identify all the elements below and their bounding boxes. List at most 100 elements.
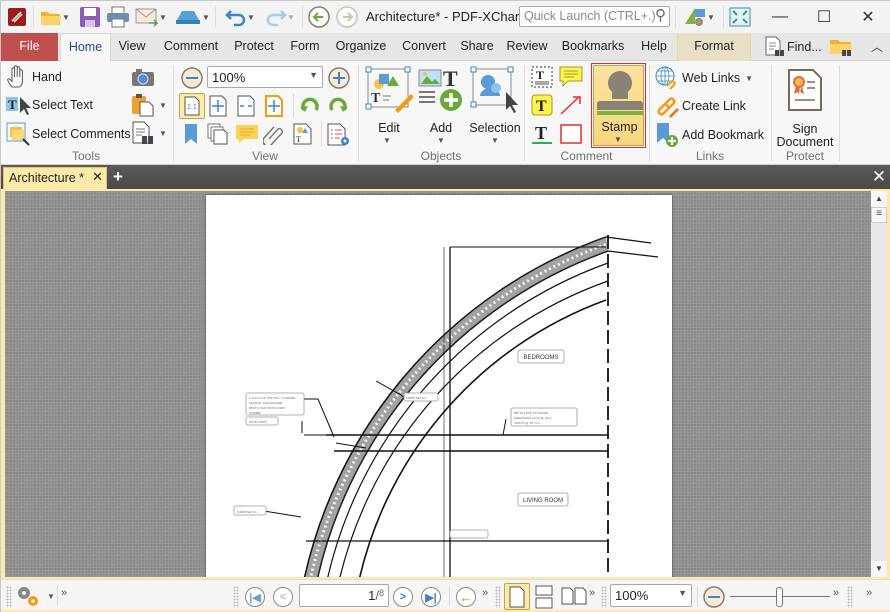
fullscreen-icon[interactable] xyxy=(728,5,752,29)
tab-share[interactable]: Share xyxy=(456,33,498,61)
continuous-view-button[interactable] xyxy=(535,585,553,612)
collapse-ribbon-icon[interactable]: ︿ xyxy=(871,38,883,55)
vertical-scrollbar[interactable]: ▲ ≡ ▼ xyxy=(871,191,887,577)
status-zoom-select[interactable]: 100% ▼ xyxy=(610,584,692,607)
more-view-icon[interactable]: » xyxy=(589,587,595,599)
fit-width-button[interactable] xyxy=(237,95,255,120)
tab-comment[interactable]: Comment xyxy=(156,33,226,61)
close-document-icon[interactable]: ✕ xyxy=(869,167,889,187)
first-page-button[interactable]: |◀ xyxy=(245,587,265,607)
document-canvas[interactable]: 1-1/2"x1-1/2" CSP SILL / CURVED LENGTH. … xyxy=(5,191,871,577)
toolbar-grip[interactable] xyxy=(495,586,501,608)
rectangle-tool-button[interactable] xyxy=(559,123,583,148)
close-button[interactable]: ✕ xyxy=(845,1,890,33)
toolbar-grip[interactable] xyxy=(233,586,239,608)
tab-organize[interactable]: Organize xyxy=(331,33,391,61)
undo-icon[interactable]: ▼ xyxy=(221,5,259,29)
underline-text-tool-button[interactable]: T xyxy=(531,123,553,148)
toolbar-grip[interactable] xyxy=(601,586,607,608)
scroll-down-icon[interactable]: ▼ xyxy=(871,561,887,577)
open-folder-icon[interactable]: ▼ xyxy=(38,5,72,29)
previous-view-button[interactable]: ← xyxy=(456,587,476,607)
facing-view-button[interactable] xyxy=(561,587,587,608)
tab-review[interactable]: Review xyxy=(504,33,550,61)
select-text-button[interactable]: T Select Text xyxy=(5,93,93,117)
edit-objects-button[interactable]: T Edit ▼ xyxy=(363,64,415,148)
pages-pane-button[interactable] xyxy=(207,123,229,148)
text-box-tool-button[interactable]: T xyxy=(531,66,553,91)
bookmarks-pane-button[interactable] xyxy=(183,123,199,148)
zoom-slider-thumb[interactable] xyxy=(776,587,783,607)
stamp-tool-button[interactable]: Stamp ▼ xyxy=(591,63,646,148)
more-nav-icon[interactable]: » xyxy=(482,587,488,599)
sticky-note-tool-button[interactable] xyxy=(559,66,583,91)
zoom-out-button[interactable] xyxy=(181,67,203,92)
maximize-button[interactable]: ☐ xyxy=(801,1,847,33)
pdf-page[interactable]: 1-1/2"x1-1/2" CSP SILL / CURVED LENGTH. … xyxy=(206,195,672,577)
close-tab-icon[interactable]: ✕ xyxy=(92,169,103,185)
app-logo-icon[interactable] xyxy=(5,5,29,29)
tab-file[interactable]: File xyxy=(1,33,58,61)
page-number-input[interactable]: 1/8 xyxy=(299,584,389,607)
fit-page-button[interactable] xyxy=(209,95,227,120)
back-icon[interactable] xyxy=(307,5,331,29)
sign-document-button[interactable]: Sign Document xyxy=(773,64,837,149)
ui-options-icon[interactable]: ▼ xyxy=(679,5,719,29)
tab-home[interactable]: Home xyxy=(60,33,111,62)
zoom-in-button[interactable] xyxy=(328,67,350,92)
tab-convert[interactable]: Convert xyxy=(396,33,452,61)
print-icon[interactable] xyxy=(105,5,131,29)
scan-icon[interactable]: ▼ xyxy=(172,5,212,29)
find-tools-button[interactable]: ▼ xyxy=(131,121,167,145)
tab-help[interactable]: Help xyxy=(635,33,673,61)
more-tools-icon[interactable]: » xyxy=(61,587,67,599)
document-tab[interactable]: Architecture * ✕ xyxy=(3,167,107,189)
find-button[interactable]: Find... xyxy=(763,36,822,58)
rotate-left-button[interactable] xyxy=(299,95,321,120)
new-tab-button[interactable]: + xyxy=(109,166,127,188)
toolbar-grip[interactable] xyxy=(847,586,853,608)
document-properties-button[interactable] xyxy=(327,123,351,150)
toolbar-grip[interactable] xyxy=(6,586,12,608)
fit-visible-button[interactable] xyxy=(265,95,283,120)
tab-view[interactable]: View xyxy=(113,33,151,61)
last-page-button[interactable]: ▶| xyxy=(421,587,441,607)
previous-page-button[interactable]: < xyxy=(273,587,293,607)
quick-launch-input[interactable]: Quick Launch (CTRL+.) ⚲ xyxy=(519,6,670,27)
toolbar-options-icon[interactable]: » xyxy=(866,587,872,599)
comments-pane-button[interactable] xyxy=(235,123,259,148)
tab-form[interactable]: Form xyxy=(285,33,325,61)
clipboard-button[interactable]: ▼ xyxy=(131,93,167,117)
selection-button[interactable]: Selection ▼ xyxy=(467,64,523,148)
content-pane-button[interactable]: T xyxy=(293,123,313,148)
typewriter-tool-button[interactable]: T xyxy=(531,94,553,119)
rotate-right-button[interactable] xyxy=(327,95,349,120)
next-page-button[interactable]: > xyxy=(393,587,413,607)
hand-tool-button[interactable]: Hand xyxy=(5,65,62,89)
more-zoom-icon[interactable]: » xyxy=(833,587,839,599)
tab-protect[interactable]: Protect xyxy=(228,33,280,61)
actual-size-button[interactable]: 1:1 xyxy=(179,93,205,119)
settings-button[interactable]: ▼ xyxy=(15,584,55,608)
search-folder-icon[interactable] xyxy=(829,36,853,61)
scroll-up-icon[interactable]: ▲ xyxy=(871,191,887,207)
scrollbar-thumb[interactable]: ≡ xyxy=(871,207,887,223)
zoom-level-select[interactable]: 100% ▼ xyxy=(207,66,323,88)
status-zoom-out-button[interactable] xyxy=(703,586,725,611)
single-page-view-button[interactable] xyxy=(504,583,530,610)
web-links-button[interactable]: Web Links ▼ xyxy=(655,66,753,90)
search-icon[interactable]: ⚲ xyxy=(655,6,666,24)
redo-icon[interactable]: ▼ xyxy=(261,5,299,29)
tab-bookmarks[interactable]: Bookmarks xyxy=(558,33,628,61)
attachments-pane-button[interactable] xyxy=(262,123,285,148)
email-icon[interactable]: ▼ xyxy=(134,5,168,29)
forward-icon[interactable] xyxy=(335,5,359,29)
snapshot-icon[interactable] xyxy=(131,67,155,90)
minimize-button[interactable]: — xyxy=(757,1,803,33)
arrow-tool-button[interactable] xyxy=(559,94,583,119)
create-link-button[interactable]: Create Link xyxy=(655,94,746,118)
save-icon[interactable] xyxy=(78,5,102,29)
add-objects-button[interactable]: T Add ▼ xyxy=(415,64,467,148)
add-bookmark-button[interactable]: Add Bookmark xyxy=(655,122,764,148)
select-comments-button[interactable]: Select Comments xyxy=(5,121,131,147)
